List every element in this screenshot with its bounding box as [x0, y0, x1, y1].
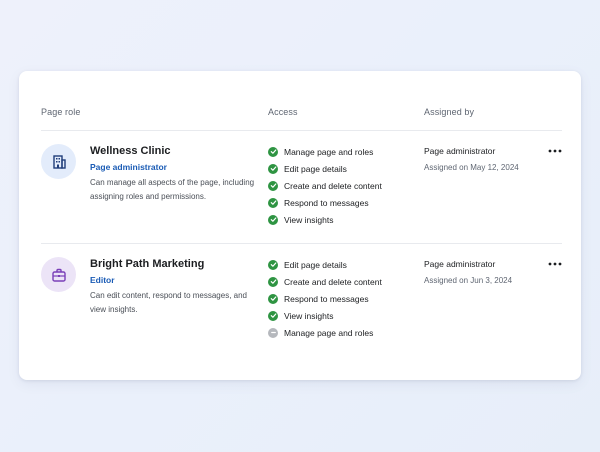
table-row: Wellness Clinic Page administrator Can m… [19, 131, 581, 243]
briefcase-icon [51, 268, 66, 282]
minus-icon [268, 327, 278, 338]
role-link[interactable]: Editor [90, 275, 115, 285]
role-link[interactable]: Page administrator [90, 162, 167, 172]
access-item: Create and delete content [268, 273, 382, 290]
access-label: Respond to messages [284, 197, 369, 208]
check-icon [268, 293, 278, 304]
check-icon [268, 180, 278, 191]
access-label: View insights [284, 310, 334, 321]
check-icon [268, 259, 278, 270]
access-item: Edit page details [268, 160, 382, 177]
header-access: Access [268, 107, 298, 117]
assigned-date: Assigned on Jun 3, 2024 [424, 276, 513, 285]
assigned-by: Page administrator [424, 146, 496, 156]
role-description: Can manage all aspects of the page, incl… [90, 178, 255, 201]
access-item: Manage page and roles [268, 143, 382, 160]
access-label: Manage page and roles [284, 327, 374, 338]
access-item: Manage page and roles [268, 324, 382, 341]
access-item: Create and delete content [268, 177, 382, 194]
table-row: Bright Path Marketing Editor Can edit co… [19, 244, 581, 374]
access-item: View insights [268, 307, 382, 324]
check-icon [268, 163, 278, 174]
access-list: Manage page and roles Edit page details … [268, 143, 382, 228]
header-assigned-by: Assigned by [424, 107, 475, 117]
page-name: Wellness Clinic [90, 145, 171, 157]
assigned-by: Page administrator [424, 259, 496, 269]
access-item: Respond to messages [268, 290, 382, 307]
page-name: Bright Path Marketing [90, 258, 205, 270]
check-icon [268, 146, 278, 157]
page-roles-card: Page role Access Assigned by Wellness Cl… [19, 71, 581, 380]
more-options-button[interactable] [546, 146, 564, 156]
access-item: Respond to messages [268, 194, 382, 211]
assigned-date: Assigned on May 12, 2024 [424, 163, 519, 172]
access-label: Respond to messages [284, 293, 369, 304]
table-header: Page role Access Assigned by [19, 71, 581, 131]
access-label: Edit page details [284, 163, 347, 174]
more-icon [548, 149, 562, 153]
header-page-role: Page role [41, 107, 81, 117]
check-icon [268, 276, 278, 287]
building-icon [52, 154, 66, 169]
check-icon [268, 310, 278, 321]
access-list: Edit page details Create and delete cont… [268, 256, 382, 341]
role-description: Can edit content, respond to messages, a… [90, 291, 247, 314]
more-options-button[interactable] [546, 259, 564, 269]
more-icon [548, 262, 562, 266]
check-icon [268, 214, 278, 225]
access-item: View insights [268, 211, 382, 228]
access-label: Create and delete content [284, 276, 382, 287]
access-label: Edit page details [284, 259, 347, 270]
check-icon [268, 197, 278, 208]
access-label: View insights [284, 214, 334, 225]
access-label: Create and delete content [284, 180, 382, 191]
access-label: Manage page and roles [284, 146, 374, 157]
avatar [41, 144, 76, 179]
access-item: Edit page details [268, 256, 382, 273]
avatar [41, 257, 76, 292]
